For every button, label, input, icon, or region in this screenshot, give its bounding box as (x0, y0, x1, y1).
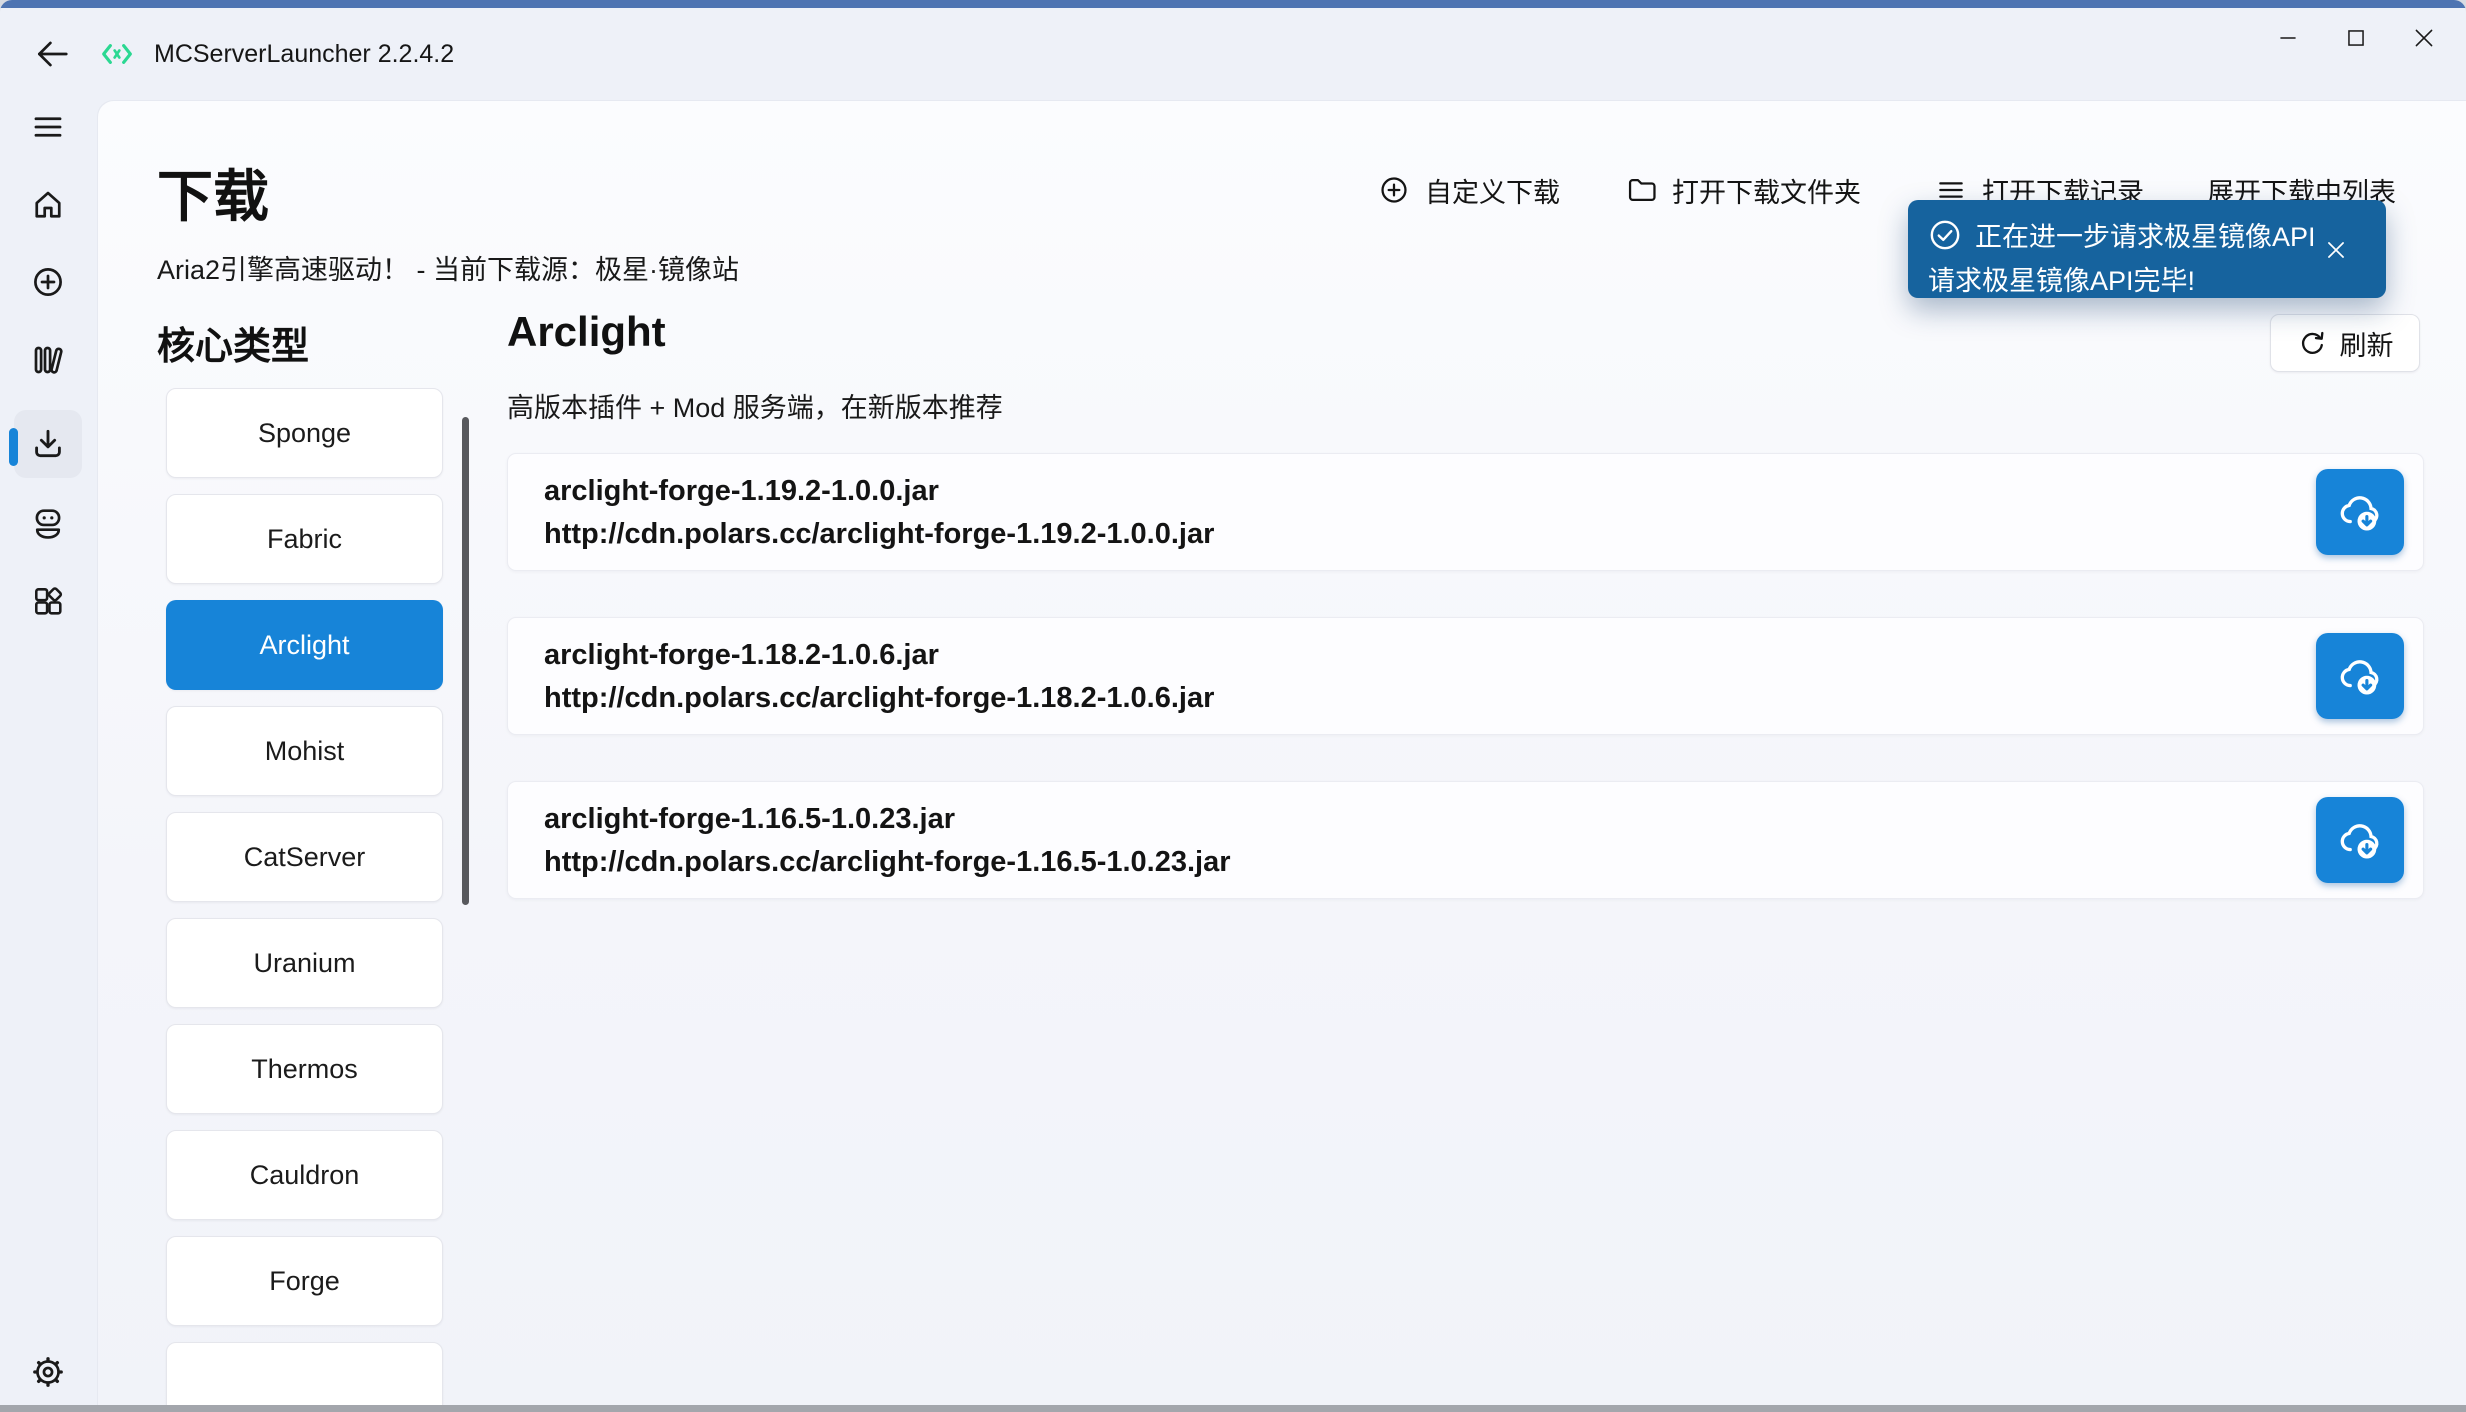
refresh-label: 刷新 (2340, 324, 2394, 363)
panel-description: 高版本插件 + Mod 服务端，在新版本推荐 (507, 386, 1003, 425)
titlebar: MCServerLauncher 2.2.4.2 (0, 8, 2466, 100)
core-type-button[interactable]: Forge (166, 1236, 443, 1326)
cloud-download-icon (2335, 651, 2385, 701)
robot-icon (29, 505, 67, 543)
sidebar-item-settings[interactable] (14, 1338, 82, 1406)
plus-circle-icon (30, 264, 66, 300)
core-type-button[interactable]: Sponge (166, 388, 443, 478)
core-type-list: Sponge Fabric Arclight Mohist CatServer Urani… (166, 388, 443, 1412)
download-row: arclight-forge-1.19.2-1.0.0.jar http://c… (507, 453, 2424, 571)
maximize-button[interactable] (2322, 8, 2390, 68)
sidebar-selected-indicator (9, 428, 18, 466)
core-list-scrollbar[interactable] (462, 417, 469, 905)
core-type-button[interactable]: Cauldron (166, 1130, 443, 1220)
sidebar-item-extensions[interactable] (14, 567, 82, 635)
cloud-download-icon (2335, 815, 2385, 865)
custom-download-button[interactable]: 自定义下载 (1378, 168, 1560, 212)
back-arrow-icon (33, 35, 71, 73)
close-icon (2323, 237, 2349, 263)
core-type-button[interactable]: Fabric (166, 494, 443, 584)
app-window: MCServerLauncher 2.2.4.2 (0, 0, 2466, 1412)
app-title: MCServerLauncher 2.2.4.2 (154, 40, 454, 69)
core-type-button[interactable]: Arclight (166, 600, 443, 690)
extensions-icon (30, 583, 66, 619)
minimize-button[interactable] (2254, 8, 2322, 68)
gear-icon (30, 1354, 66, 1390)
download-file-url: http://cdn.polars.cc/arclight-forge-1.19… (544, 512, 2387, 556)
sidebar-item-menu[interactable] (14, 93, 82, 161)
toast-notification: 正在进一步请求极星镜像API 请求极星镜像API完毕! (1908, 200, 2386, 298)
core-type-button[interactable]: Uranium (166, 918, 443, 1008)
page-title: 下载 (157, 152, 269, 233)
sidebar-item-assistant[interactable] (14, 490, 82, 558)
download-row: arclight-forge-1.18.2-1.0.6.jar http://c… (507, 617, 2424, 735)
custom-download-label: 自定义下载 (1425, 171, 1560, 210)
toast-line1: 正在进一步请求极星镜像API (1975, 215, 2316, 254)
refresh-button[interactable]: 刷新 (2270, 314, 2420, 372)
sidebar-item-create[interactable] (14, 248, 82, 316)
download-button[interactable] (2316, 797, 2404, 883)
hamburger-icon (30, 109, 66, 145)
library-icon (30, 342, 66, 378)
panel-title: Arclight (507, 308, 666, 356)
download-file-name: arclight-forge-1.16.5-1.0.23.jar (544, 798, 2387, 840)
download-button[interactable] (2316, 469, 2404, 555)
cloud-download-icon (2335, 487, 2385, 537)
download-file-url: http://cdn.polars.cc/arclight-forge-1.16… (544, 840, 2387, 884)
download-file-name: arclight-forge-1.18.2-1.0.6.jar (544, 634, 2387, 676)
sidebar (0, 100, 97, 1412)
close-button[interactable] (2390, 8, 2458, 68)
window-controls (2254, 8, 2458, 68)
check-circle-icon (1928, 218, 1962, 252)
open-folder-button[interactable]: 打开下载文件夹 (1625, 168, 1861, 212)
download-list: arclight-forge-1.19.2-1.0.0.jar http://c… (507, 453, 2424, 945)
home-icon (30, 187, 66, 223)
content-area: 下载 Aria2引擎高速驱动！ - 当前下载源：极星·镜像站 自定义下载 打开下… (97, 100, 2466, 1412)
folder-icon (1625, 174, 1657, 206)
window-accent-strip (0, 0, 2466, 8)
core-type-button[interactable]: Mohist (166, 706, 443, 796)
back-button[interactable] (30, 32, 74, 76)
refresh-icon (2297, 328, 2328, 359)
download-button[interactable] (2316, 633, 2404, 719)
open-folder-label: 打开下载文件夹 (1672, 171, 1861, 210)
core-type-button[interactable]: Thermos (166, 1024, 443, 1114)
core-types-heading: 核心类型 (157, 315, 309, 370)
window-bottom-edge (0, 1405, 2466, 1412)
toast-close-button[interactable] (2322, 236, 2350, 264)
app-logo-icon (96, 33, 138, 75)
plus-circle-icon (1378, 174, 1410, 206)
download-row: arclight-forge-1.16.5-1.0.23.jar http://… (507, 781, 2424, 899)
download-file-name: arclight-forge-1.19.2-1.0.0.jar (544, 470, 2387, 512)
core-type-button-partial[interactable] (166, 1342, 443, 1412)
sidebar-item-home[interactable] (14, 171, 82, 239)
sidebar-item-library[interactable] (14, 326, 82, 394)
download-icon (29, 425, 67, 463)
toast-line2: 请求极星镜像API完毕! (1928, 259, 2366, 298)
core-type-button[interactable]: CatServer (166, 812, 443, 902)
page-subtitle: Aria2引擎高速驱动！ - 当前下载源：极星·镜像站 (157, 248, 739, 287)
sidebar-item-download[interactable] (14, 410, 82, 478)
download-file-url: http://cdn.polars.cc/arclight-forge-1.18… (544, 676, 2387, 720)
